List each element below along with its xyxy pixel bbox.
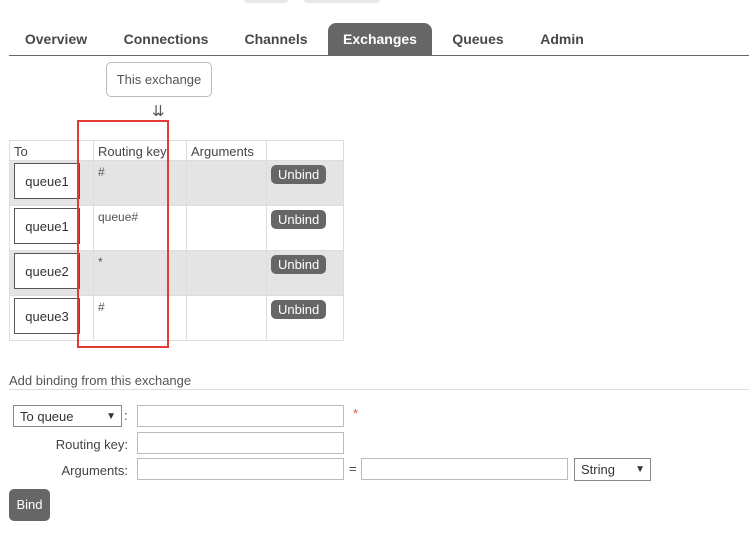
bind-button[interactable]: Bind — [9, 489, 50, 521]
add-binding-title: Add binding from this exchange — [9, 373, 192, 388]
top-button-stub — [244, 0, 288, 3]
section-divider — [9, 389, 749, 390]
unbind-button[interactable]: Unbind — [271, 210, 327, 229]
tab-channels[interactable]: Channels — [233, 23, 319, 55]
tab-connections[interactable]: Connections — [113, 23, 219, 55]
queue-link[interactable]: queue1 — [14, 163, 80, 199]
equals-sign: = — [349, 461, 357, 476]
arguments-cell — [186, 160, 267, 206]
argument-type-select[interactable]: String ▼ — [574, 458, 651, 481]
arguments-cell — [186, 250, 267, 296]
argument-key-input[interactable] — [137, 458, 344, 480]
destination-type-value: To queue — [20, 409, 74, 424]
main-tabs: Overview Connections Channels Exchanges … — [9, 23, 749, 56]
arguments-label: Arguments: — [61, 463, 128, 478]
top-button-stub — [304, 0, 380, 3]
routing-key-value: # — [98, 165, 105, 179]
tab-overview[interactable]: Overview — [9, 23, 103, 55]
routing-key-value: * — [98, 255, 103, 269]
tab-admin[interactable]: Admin — [532, 23, 592, 55]
header-arguments: Arguments — [186, 140, 267, 161]
destination-colon: : — [124, 408, 128, 423]
argument-type-value: String — [581, 462, 615, 477]
double-down-arrow-icon: ⇊ — [152, 103, 165, 120]
queue-link[interactable]: queue3 — [14, 298, 80, 334]
header-actions — [266, 140, 344, 161]
queue-link[interactable]: queue1 — [14, 208, 80, 244]
tab-queues[interactable]: Queues — [444, 23, 512, 55]
unbind-button[interactable]: Unbind — [271, 300, 327, 319]
destination-name-input[interactable] — [137, 405, 344, 427]
argument-value-input[interactable] — [361, 458, 568, 480]
unbind-button[interactable]: Unbind — [271, 255, 327, 274]
arguments-cell — [186, 295, 267, 341]
this-exchange-node: This exchange — [106, 62, 212, 97]
arguments-cell — [186, 205, 267, 251]
dropdown-arrow-icon: ▼ — [635, 464, 645, 475]
routing-key-label: Routing key: — [55, 437, 128, 452]
tab-exchanges[interactable]: Exchanges — [328, 23, 432, 55]
table-row: queue1 # Unbind — [9, 160, 344, 206]
routing-key-value: queue# — [98, 210, 139, 224]
routing-key-input[interactable] — [137, 432, 344, 454]
header-to: To — [9, 140, 94, 161]
header-routing-key: Routing key — [93, 140, 187, 161]
routing-key-value: # — [98, 300, 105, 314]
unbind-button[interactable]: Unbind — [271, 165, 327, 184]
table-row: queue1 queue# Unbind — [9, 205, 344, 251]
queue-link[interactable]: queue2 — [14, 253, 80, 289]
dropdown-arrow-icon: ▼ — [106, 411, 116, 422]
required-marker: * — [353, 406, 359, 421]
bindings-table: To Routing key Arguments queue1 # Unbind… — [9, 140, 344, 341]
table-row: queue2 * Unbind — [9, 250, 344, 296]
table-row: queue3 # Unbind — [9, 295, 344, 341]
destination-type-select[interactable]: To queue ▼ — [13, 405, 122, 427]
